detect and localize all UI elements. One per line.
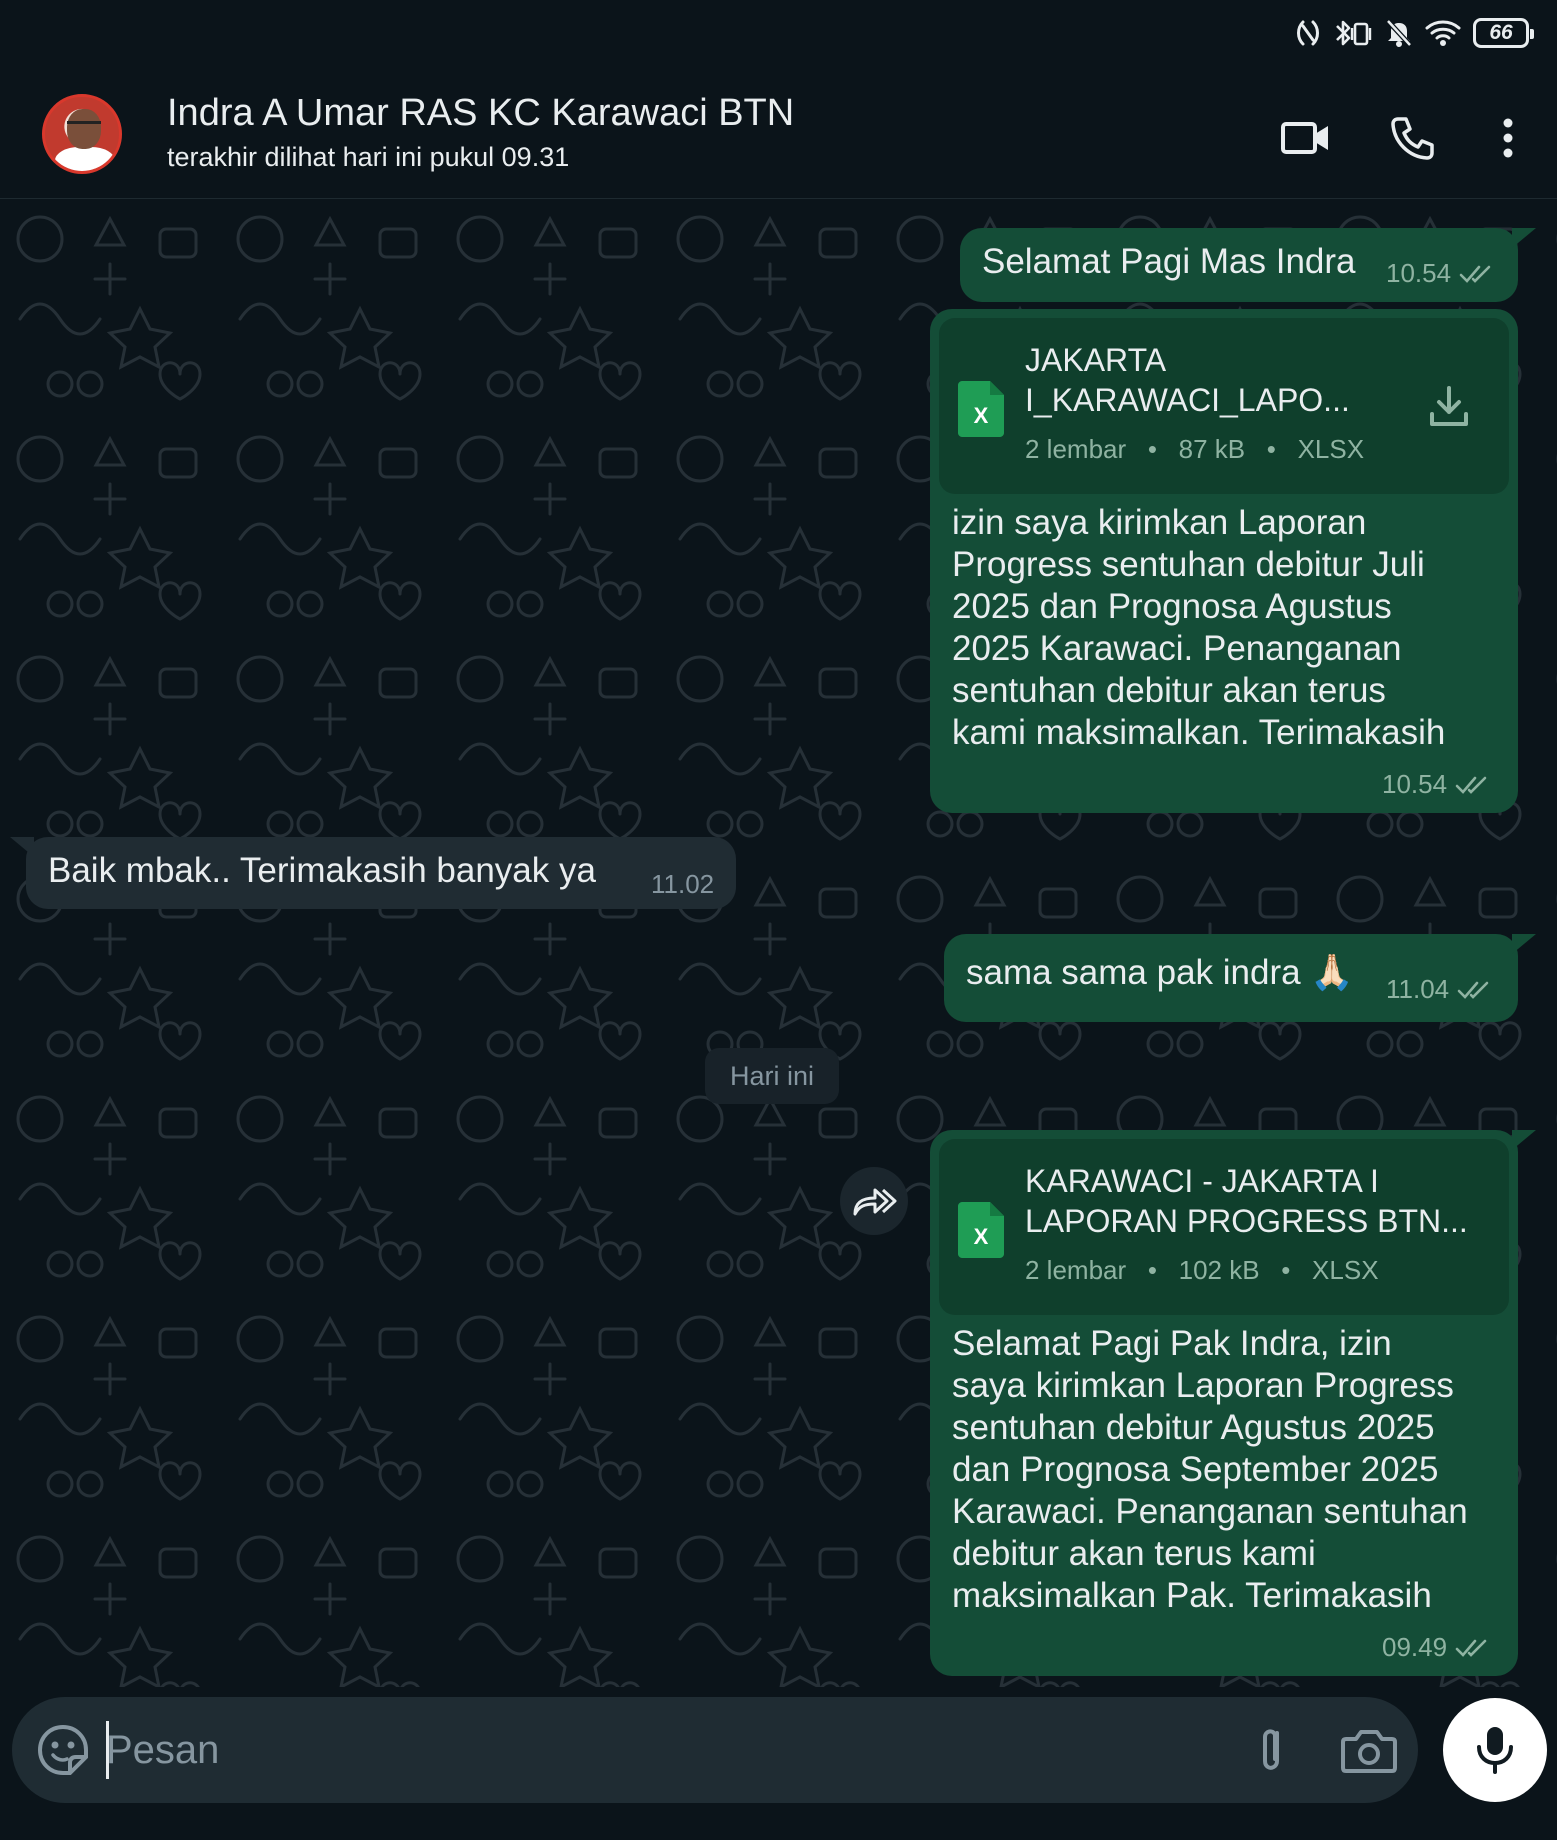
bubble-tail bbox=[1512, 228, 1536, 248]
last-seen-status: terakhir dilihat hari ini pukul 09.31 bbox=[167, 142, 570, 172]
wifi-icon bbox=[1425, 20, 1461, 46]
message-meta: 11.02 bbox=[651, 869, 714, 900]
document-card[interactable]: X KARAWACI - JAKARTA I LAPORAN PROGRESS … bbox=[939, 1139, 1509, 1315]
message-bubble-incoming[interactable]: Baik mbak.. Terimakasih banyak ya 11.02 bbox=[26, 837, 736, 909]
bubble-tail bbox=[1512, 934, 1536, 954]
more-options-button[interactable] bbox=[1482, 112, 1534, 164]
document-size: 102 kB bbox=[1178, 1255, 1260, 1285]
read-receipt-icon bbox=[1459, 265, 1491, 283]
sticker-icon[interactable] bbox=[36, 1723, 90, 1777]
more-vert-icon bbox=[1503, 118, 1513, 158]
camera-icon[interactable] bbox=[1340, 1723, 1398, 1777]
message-bubble-outgoing-document[interactable]: X KARAWACI - JAKARTA I LAPORAN PROGRESS … bbox=[930, 1130, 1518, 1676]
video-call-button[interactable] bbox=[1280, 112, 1332, 164]
forward-button[interactable] bbox=[840, 1167, 908, 1235]
document-pages: 2 lembar bbox=[1025, 434, 1127, 464]
document-card[interactable]: X JAKARTA I_KARAWACI_LAPO... 2 lembar • … bbox=[939, 318, 1509, 494]
voice-call-button[interactable] bbox=[1387, 112, 1439, 164]
caption-line: Selamat Pagi Pak Indra, izin bbox=[952, 1324, 1392, 1363]
status-icons: 66 bbox=[1295, 18, 1534, 48]
date-divider: Hari ini bbox=[705, 1048, 839, 1104]
message-text: sama sama pak indra 🙏🏻 bbox=[966, 953, 1354, 992]
message-input-bar[interactable]: Pesan bbox=[12, 1697, 1418, 1803]
excel-file-icon: X bbox=[958, 381, 1004, 437]
document-name-line1: KARAWACI - JAKARTA I bbox=[1025, 1163, 1379, 1199]
document-size: 87 kB bbox=[1178, 434, 1246, 464]
caption-line: Progress sentuhan debitur Juli bbox=[952, 545, 1425, 584]
document-type: XLSX bbox=[1297, 434, 1365, 464]
download-icon bbox=[1430, 386, 1468, 426]
forward-icon bbox=[853, 1188, 897, 1216]
message-bubble-outgoing[interactable]: Selamat Pagi Mas Indra 10.54 bbox=[960, 228, 1518, 302]
message-meta: 10.54 bbox=[1386, 258, 1495, 289]
voice-record-button[interactable] bbox=[1443, 1698, 1547, 1802]
contact-name[interactable]: Indra A Umar RAS KC Karawaci BTN bbox=[167, 92, 794, 135]
message-time: 10.54 bbox=[1386, 258, 1452, 288]
whatsapp-chat-screen: 66 Indra A Umar RAS KC Karawaci BTN tera… bbox=[0, 0, 1557, 1840]
message-input[interactable]: Pesan bbox=[106, 1721, 219, 1779]
caption-line: sentuhan debitur Agustus 2025 bbox=[952, 1408, 1435, 1447]
message-meta: 11.04 bbox=[1386, 974, 1493, 1005]
read-receipt-icon bbox=[1457, 981, 1489, 999]
read-receipt-icon bbox=[1455, 1639, 1487, 1657]
battery-level: 66 bbox=[1489, 21, 1513, 44]
message-bubble-outgoing[interactable]: sama sama pak indra 🙏🏻 11.04 bbox=[944, 934, 1518, 1022]
document-meta: 2 lembar • 87 kB • XLSX bbox=[1025, 434, 1365, 464]
caption-line: kami maksimalkan. Terimakasih bbox=[952, 713, 1446, 752]
bubble-tail bbox=[1512, 1130, 1536, 1150]
excel-file-icon: X bbox=[958, 1202, 1004, 1258]
caption-line: saya kirimkan Laporan Progress bbox=[952, 1366, 1454, 1405]
caption-line: izin saya kirimkan Laporan bbox=[952, 503, 1367, 542]
message-meta: 10.54 bbox=[1382, 769, 1491, 800]
caption-line: debitur akan terus kami bbox=[952, 1534, 1316, 1573]
caption-line: dan Prognosa September 2025 bbox=[952, 1450, 1439, 1489]
caption-line: Karawaci. Penanganan sentuhan bbox=[952, 1492, 1468, 1531]
message-time: 11.04 bbox=[1386, 974, 1450, 1004]
mic-icon bbox=[1477, 1727, 1513, 1774]
caption-line: 2025 Karawaci. Penanganan bbox=[952, 629, 1402, 668]
document-meta: 2 lembar • 102 kB • XLSX bbox=[1025, 1255, 1379, 1285]
document-pages: 2 lembar bbox=[1025, 1255, 1127, 1285]
read-receipt-icon bbox=[1455, 776, 1487, 794]
svg-text:X: X bbox=[974, 403, 989, 428]
nfc-icon bbox=[1297, 20, 1319, 46]
bubble-tail bbox=[10, 837, 34, 857]
caption-line: 2025 dan Prognosa Agustus bbox=[952, 587, 1392, 626]
message-time: 09.49 bbox=[1382, 1632, 1448, 1662]
bell-off-icon bbox=[1386, 19, 1412, 47]
message-bubble-outgoing-document[interactable]: X JAKARTA I_KARAWACI_LAPO... 2 lembar • … bbox=[930, 309, 1518, 813]
document-name-line2: LAPORAN PROGRESS BTN... bbox=[1025, 1203, 1468, 1239]
document-name-line1: JAKARTA bbox=[1025, 342, 1167, 378]
document-type: XLSX bbox=[1312, 1255, 1379, 1285]
document-name-line2: I_KARAWACI_LAPO... bbox=[1025, 382, 1350, 418]
caption-line: sentuhan debitur akan terus bbox=[952, 671, 1386, 710]
chat-header: Indra A Umar RAS KC Karawaci BTN terakhi… bbox=[0, 74, 1557, 199]
phone-icon bbox=[1391, 117, 1434, 160]
chat-messages-area[interactable]: Selamat Pagi Mas Indra 10.54 X JAKARTA I… bbox=[0, 199, 1557, 1687]
download-button[interactable] bbox=[1425, 382, 1473, 430]
caption-line: maksimalkan Pak. Terimakasih bbox=[952, 1576, 1432, 1615]
message-meta: 09.49 bbox=[1382, 1632, 1491, 1663]
video-call-icon bbox=[1281, 122, 1328, 154]
message-time: 10.54 bbox=[1382, 769, 1448, 799]
message-text: Selamat Pagi Mas Indra bbox=[982, 242, 1356, 281]
message-text: Baik mbak.. Terimakasih banyak ya bbox=[48, 851, 596, 890]
battery-icon: 66 bbox=[1473, 18, 1534, 48]
bluetooth-vibrate-icon bbox=[1336, 20, 1372, 46]
message-time: 11.02 bbox=[651, 869, 715, 899]
status-bar: 66 bbox=[0, 0, 1557, 74]
svg-text:X: X bbox=[974, 1224, 989, 1249]
attach-icon[interactable] bbox=[1244, 1723, 1298, 1777]
avatar[interactable] bbox=[42, 94, 122, 174]
